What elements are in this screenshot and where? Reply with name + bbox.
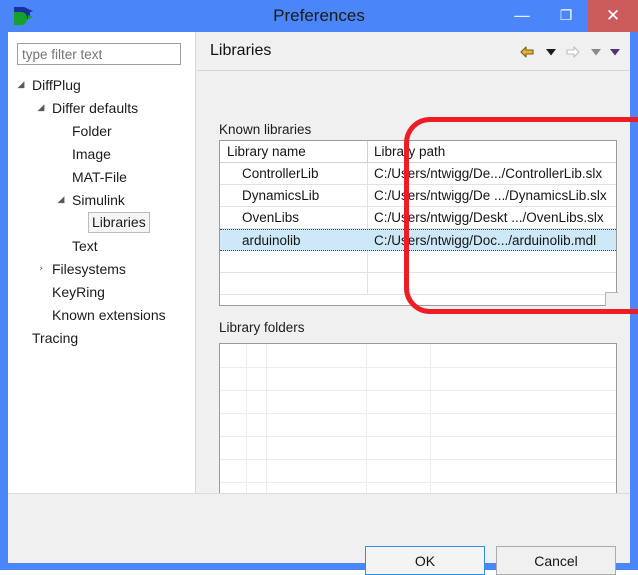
tree-item-differ-defaults[interactable]: ◢ Differ defaults [8,97,195,120]
tree-expand-arrow-icon[interactable]: ◢ [14,74,28,97]
forward-arrow-icon [562,41,584,63]
known-libraries-group-label: Known libraries [219,122,312,137]
preference-tree-panel: ◢DiffPlug◢Differ defaultsFolderImageMAT-… [8,32,196,493]
table-resize-corner[interactable] [605,292,618,306]
cell-library-name: OvenLibs [220,207,368,228]
tree-item-filesystems[interactable]: › Filesystems [8,258,195,281]
page-nav-toolbar [517,40,622,64]
close-button[interactable]: ✕ [588,0,638,32]
folders-grid-row-divider [220,482,616,483]
tree-item-label: KeyRing [52,284,105,300]
cell-library-path [368,273,616,294]
folders-grid-row-divider [220,413,616,414]
dialog-button-bar: OK Cancel [8,493,630,575]
back-arrow-icon[interactable] [517,41,539,63]
tree-item-image[interactable]: Image [8,143,195,166]
cell-library-path: C:/Users/ntwigg/Doc.../arduinolib.mdl [374,233,597,248]
cell-library-path: C:/Users/ntwigg/Deskt .../OvenLibs.slx [374,210,604,225]
column-header-library-path[interactable]: Library path [368,141,616,162]
tree-item-simulink[interactable]: ◢ Simulink [8,189,195,212]
table-row[interactable]: arduinolib C:/Users/ntwigg/Doc.../arduino… [220,229,616,251]
folders-grid-row-divider [220,436,616,437]
library-folders-group-label: Library folders [219,320,305,335]
tree-item-libraries[interactable]: Libraries [8,212,195,235]
preferences-window: Preferences — ❐ ✕ ◢DiffPlug◢Differ defau… [0,0,638,575]
library-folders-table[interactable] [219,343,617,512]
back-dropdown-icon[interactable] [543,41,558,63]
column-header-library-name[interactable]: Library name [220,141,368,162]
table-row[interactable]: OvenLibs C:/Users/ntwigg/Deskt .../OvenLi… [220,207,616,229]
tree-item-label: DiffPlug [32,77,81,93]
folders-grid-row-divider [220,459,616,460]
table-row[interactable]: DynamicsLib C:/Users/ntwigg/De .../Dynami… [220,185,616,207]
table-row[interactable]: ControllerLib C:/Users/ntwigg/De.../Contr… [220,163,616,185]
tree-expand-arrow-icon[interactable]: ◢ [54,189,68,212]
tree-item-tracing[interactable]: Tracing [8,327,195,350]
tree-collapse-arrow-icon[interactable]: › [34,258,48,281]
folders-grid-row-divider [220,367,616,368]
preference-page-libraries: Libraries Known libraries Library name Li… [197,32,638,512]
folders-grid-column-divider [266,344,267,511]
preference-tree: ◢ DiffPlug ◢ Differ defaults Folder Image MAT-… [8,74,195,350]
cell-library-name [220,273,368,294]
cell-library-name: DynamicsLib [220,185,368,206]
cell-library-name: ControllerLib [220,163,368,184]
filter-input[interactable] [17,43,181,65]
tree-item-keyring[interactable]: KeyRing [8,281,195,304]
cell-library-name: arduinolib [220,230,368,250]
tree-item-label: MAT-File [72,169,127,185]
tree-item-label: Filesystems [52,261,126,277]
known-libraries-table[interactable]: Library name Library path ControllerLib C:/… [219,140,617,306]
tree-item-label: Tracing [32,330,79,346]
tree-item-label: Differ defaults [52,100,139,116]
forward-dropdown-icon [588,41,603,63]
tree-item-diffplug[interactable]: ◢ DiffPlug [8,74,195,97]
close-icon: ✕ [605,6,621,26]
tree-expand-arrow-icon[interactable]: ◢ [34,97,48,120]
tree-item-label: Folder [72,123,112,139]
table-row-empty[interactable] [220,251,616,273]
tree-item-label: Simulink [72,192,125,208]
ok-button[interactable]: OK [365,546,485,575]
header-divider [197,70,630,71]
tree-item-label: Text [72,238,98,254]
minimize-button[interactable]: — [500,0,544,32]
folders-grid-row-divider [220,390,616,391]
view-menu-dropdown-icon[interactable] [607,41,622,63]
tree-item-label: Known extensions [52,307,166,323]
tree-item-mat-file[interactable]: MAT-File [8,166,195,189]
table-header-row: Library name Library path [220,141,616,163]
cancel-button[interactable]: Cancel [496,546,616,575]
cell-library-path [368,251,616,272]
tree-item-text[interactable]: Text [8,235,195,258]
maximize-button[interactable]: ❐ [544,0,588,32]
cell-library-path: C:/Users/ntwigg/De .../DynamicsLib.slx [374,188,607,203]
minimize-icon: — [513,6,531,26]
dialog-client-area: ◢DiffPlug◢Differ defaultsFolderImageMAT-… [8,32,638,575]
folders-grid-column-divider [430,344,431,511]
cell-library-path: C:/Users/ntwigg/De.../ControllerLib.slx [374,166,603,181]
maximize-icon: ❐ [559,8,573,24]
folders-grid-column-divider [246,344,247,511]
folders-grid-column-divider [366,344,367,511]
tree-item-label: Libraries [88,212,150,233]
page-title: Libraries [210,42,272,59]
tree-item-folder[interactable]: Folder [8,120,195,143]
tree-item-label: Image [72,146,111,162]
title-bar: Preferences — ❐ ✕ [0,0,638,32]
tree-item-known-extensions[interactable]: Known extensions [8,304,195,327]
cell-library-name [220,251,368,272]
table-row-empty[interactable] [220,273,616,295]
